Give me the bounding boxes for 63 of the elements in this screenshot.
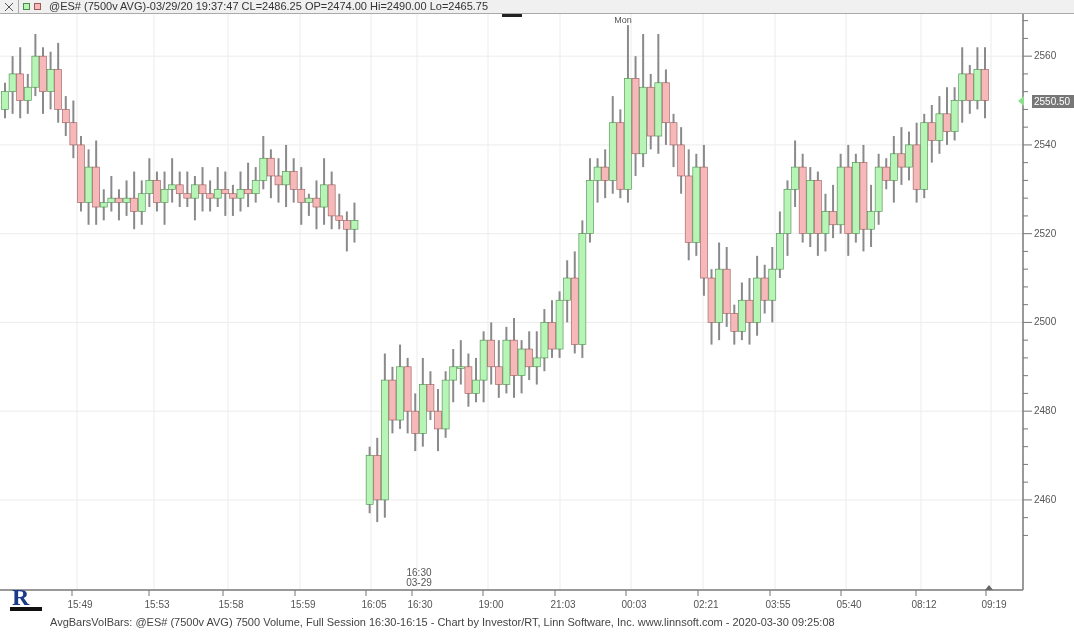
- candlestick: [973, 46, 982, 111]
- time-label: 16:05: [361, 599, 387, 610]
- candlestick: [821, 192, 830, 253]
- up-candle-icon: [23, 3, 30, 10]
- candlestick: [745, 277, 754, 346]
- price-label: 2500: [1034, 316, 1057, 328]
- logo-stripe: [10, 607, 42, 611]
- candlestick: [221, 170, 230, 217]
- chart-tab: [502, 14, 522, 17]
- candlestick: [449, 348, 458, 404]
- time-label: 00:03: [621, 599, 647, 610]
- time-label: 15:53: [144, 599, 170, 610]
- candlestick: [274, 157, 283, 204]
- down-candle-icon: [34, 3, 41, 10]
- session-label: 03-29: [406, 577, 432, 588]
- price-label: 2460: [1034, 493, 1057, 505]
- candlestick: [555, 290, 564, 359]
- price-marker-icon: [1018, 96, 1024, 106]
- candlestick: [236, 170, 245, 213]
- price-label: 2480: [1034, 405, 1057, 417]
- time-label: 02:21: [693, 599, 719, 610]
- candlestick: [935, 95, 944, 155]
- day-label: Mon: [614, 15, 632, 25]
- candlestick: [46, 50, 55, 111]
- candlestick: [107, 174, 116, 213]
- session-label: 16:30: [406, 567, 432, 578]
- time-label: 15:49: [67, 599, 93, 610]
- close-icon[interactable]: [4, 1, 14, 12]
- candlestick: [897, 126, 906, 186]
- time-label: 03:55: [765, 599, 791, 610]
- candlestick: [175, 170, 184, 209]
- current-price-label: 2550.50: [1032, 95, 1074, 108]
- time-label: 09:19: [981, 599, 1007, 610]
- candlestick: [213, 166, 222, 209]
- time-label: 05:40: [836, 599, 862, 610]
- time-label: 21:03: [550, 599, 576, 610]
- candlestick: [137, 179, 146, 226]
- scroll-marker-icon: [985, 585, 993, 590]
- price-label: 2540: [1034, 138, 1057, 150]
- title-text: @ES# (7500v AVG)-03/29/20 19:37:47 CL=2486.25 OP=2474.00 Hi=2490.00 Lo=2465.75: [49, 1, 489, 12]
- time-label: 15:58: [218, 599, 244, 610]
- candlestick: [160, 170, 169, 226]
- candlestick: [350, 201, 359, 244]
- candlestick: [441, 370, 450, 439]
- time-label: 16:30: [407, 599, 433, 610]
- candlestick: [464, 352, 473, 408]
- time-label: 15:59: [290, 599, 316, 610]
- candlestick: [950, 86, 959, 142]
- candlestick: [183, 170, 192, 209]
- candlestick: [198, 166, 207, 213]
- candlestick: [69, 99, 78, 160]
- time-label: 08:12: [911, 599, 937, 610]
- footer-text: AvgBarsVolBars: @ES# (7500v AVG) 7500 Volume, Full Session 16:30-16:15 - Chart by Investor/RT, Linn Software, Inc. www.linnsoft.com - 2020-03-30 09:25:08: [50, 614, 835, 630]
- candlestick: [145, 157, 154, 209]
- logo-letter: R: [12, 584, 30, 610]
- price-label: 2560: [1034, 50, 1057, 62]
- price-label: 2520: [1034, 227, 1057, 239]
- time-label: 19:00: [478, 599, 504, 610]
- candlestick: [502, 325, 511, 395]
- candlestick: [365, 445, 374, 515]
- candlestick: [540, 308, 549, 373]
- candlestick: [289, 157, 298, 204]
- candlestick: [669, 112, 678, 169]
